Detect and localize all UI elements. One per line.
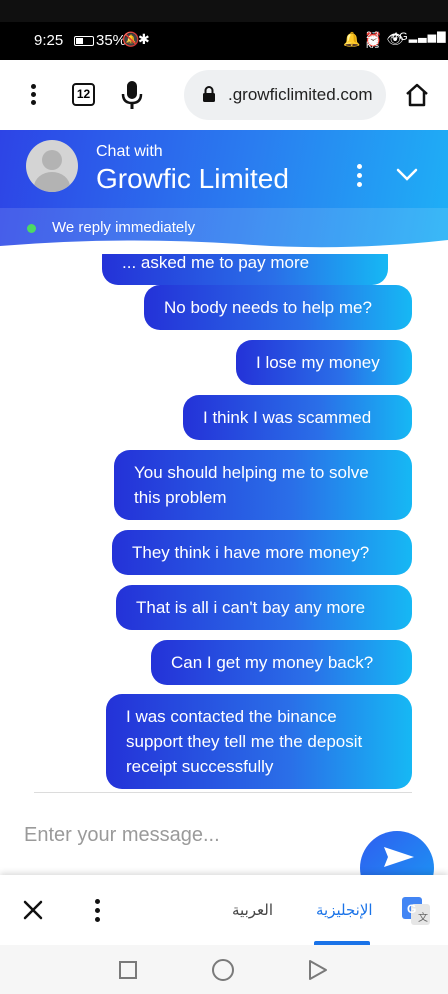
battery-icon: [74, 36, 94, 46]
google-translate-icon[interactable]: G 文: [402, 897, 430, 925]
network-type: 4G: [392, 31, 409, 43]
recent-apps-icon[interactable]: [119, 961, 137, 979]
send-icon: [384, 847, 414, 867]
status-bar: 9:25 35% 🔕 ✱ 🔔⏰👁 2.3 K/s 4G▂▃▅▇: [0, 22, 448, 60]
system-nav-bar: [0, 945, 448, 994]
chevron-down-icon[interactable]: [396, 168, 418, 182]
chat-message: ... asked me to pay more: [102, 254, 388, 285]
tab-switcher-button[interactable]: 12: [72, 83, 95, 106]
url-text[interactable]: .growficlimited.com: [228, 85, 373, 105]
network-speed: 2.3 K/s: [366, 30, 379, 50]
top-strip: [0, 0, 448, 22]
close-icon[interactable]: [22, 899, 44, 921]
browser-toolbar: 12 .growficlimited.com: [0, 60, 448, 130]
chat-message: You should helping me to solve this prob…: [114, 450, 412, 520]
back-icon[interactable]: [308, 959, 328, 981]
signal-icon: 4G▂▃▅▇: [392, 31, 447, 43]
translate-menu-icon[interactable]: [95, 899, 101, 926]
address-bar[interactable]: .growficlimited.com: [184, 70, 386, 120]
speed-unit: K/s: [366, 40, 380, 50]
microphone-icon[interactable]: [120, 80, 144, 110]
chat-options-icon[interactable]: [357, 164, 363, 191]
browser-menu-icon[interactable]: [31, 84, 37, 106]
chat-header: Chat with Growfic Limited We reply immed…: [0, 130, 448, 254]
company-name: Growfic Limited: [96, 163, 289, 194]
status-time: 9:25: [34, 32, 64, 49]
svg-text:G: G: [407, 902, 416, 916]
chat-message: No body needs to help me?: [144, 285, 412, 330]
tab-language-arabic[interactable]: العربية: [232, 901, 273, 919]
svg-text:文: 文: [418, 911, 428, 924]
chat-message: I think I was scammed: [183, 395, 412, 440]
mute-icon: 🔕: [122, 31, 140, 47]
message-list[interactable]: ... asked me to pay more No body needs t…: [0, 254, 448, 792]
tab-language-english[interactable]: الإنجليزية: [316, 901, 373, 919]
message-composer: [0, 793, 448, 905]
chat-message: I lose my money: [236, 340, 412, 385]
translate-bar: العربية الإنجليزية G 文: [0, 875, 448, 945]
lock-icon: [203, 86, 215, 102]
bluetooth-icon: ✱: [138, 31, 150, 47]
chat-message: They think i have more money?: [112, 530, 412, 575]
chat-message: That is all i can't bay any more: [116, 585, 412, 630]
agent-avatar: [26, 140, 78, 192]
header-wave: [0, 240, 448, 254]
nav-home-icon[interactable]: [212, 959, 234, 981]
message-input[interactable]: [24, 813, 324, 857]
chat-message: Can I get my money back?: [151, 640, 412, 685]
speed-value: 2.3: [366, 30, 379, 40]
home-icon[interactable]: [404, 82, 430, 108]
chat-message: I was contacted the binance support they…: [106, 694, 412, 789]
chat-with-label: Chat with: [96, 143, 163, 160]
